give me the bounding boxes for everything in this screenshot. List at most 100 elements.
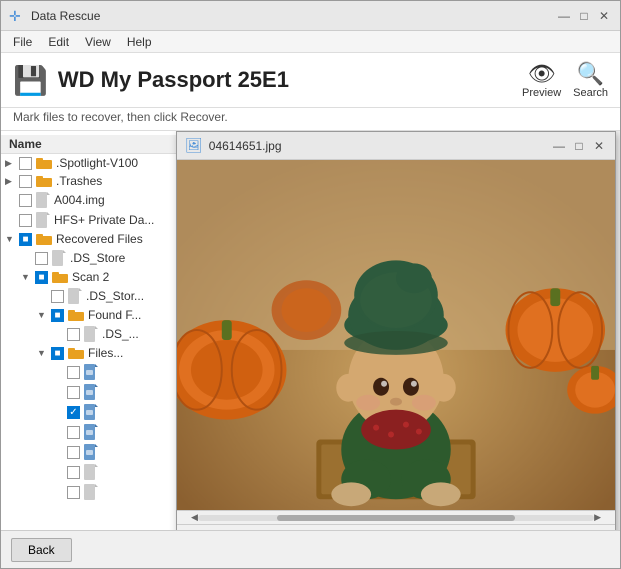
preview-scrollbar-horizontal[interactable]: ◀ ▶	[177, 510, 615, 524]
checkbox-foundf[interactable]: ■	[51, 309, 64, 322]
file-icon	[36, 192, 50, 208]
tree-item-file2[interactable]	[1, 382, 200, 402]
checkbox-dsstore3[interactable]	[67, 328, 80, 341]
checkbox-file2[interactable]	[67, 386, 80, 399]
expand-icon: ▼	[37, 310, 51, 320]
menu-edit[interactable]: Edit	[40, 33, 77, 51]
checkbox-file3[interactable]: ✓	[67, 406, 80, 419]
img-file-icon	[84, 444, 98, 460]
tree-item-dsstore1[interactable]: .DS_Store	[1, 248, 200, 268]
preview-button[interactable]: 👁 Preview	[522, 61, 561, 99]
folder-icon	[68, 309, 84, 321]
tree-item-recovered[interactable]: ▼ ■ Recovered Files	[1, 230, 200, 248]
instruction-text: Mark files to recover, then click Recove…	[13, 110, 228, 124]
tree-item-hfs[interactable]: HFS+ Private Da...	[1, 210, 200, 230]
img-file-icon	[84, 424, 98, 440]
file-icon	[52, 250, 66, 266]
checkbox-scan2[interactable]: ■	[35, 271, 48, 284]
checkbox-files[interactable]: ■	[51, 347, 64, 360]
menu-view[interactable]: View	[77, 33, 119, 51]
tree-item-a004[interactable]: A004.img	[1, 190, 200, 210]
item-label: .Spotlight-V100	[56, 156, 138, 170]
app-icon: ✛	[9, 8, 25, 24]
tree-item-file7[interactable]	[1, 482, 200, 502]
scrollbar-thumb[interactable]	[277, 515, 515, 521]
file-icon	[36, 212, 50, 228]
preview-window-controls: — □ ✕	[551, 138, 607, 154]
folder-icon	[68, 347, 84, 359]
tree-item-file5[interactable]	[1, 442, 200, 462]
plain-file-icon	[84, 464, 98, 480]
preview-close-button[interactable]: ✕	[591, 138, 607, 154]
preview-image	[177, 160, 615, 510]
file-tree-panel[interactable]: Name ▶ .Spotlight-V100 ▶ .	[1, 131, 201, 530]
minimize-button[interactable]: —	[556, 8, 572, 24]
preview-content	[177, 160, 615, 510]
item-label: Scan 2	[72, 270, 109, 284]
preview-title: 04614651.jpg	[209, 139, 551, 153]
folder-icon	[36, 157, 52, 169]
menu-file[interactable]: File	[5, 33, 40, 51]
item-label: A004.img	[54, 193, 105, 207]
item-label: Found F...	[88, 308, 141, 322]
item-label: .Trashes	[56, 174, 102, 188]
preview-minimize-button[interactable]: —	[551, 138, 567, 154]
checkbox-dsstore2[interactable]	[51, 290, 64, 303]
plain-file-icon	[84, 484, 98, 500]
scroll-left-arrow[interactable]: ◀	[191, 512, 198, 523]
search-button[interactable]: 🔍 Search	[573, 61, 608, 99]
tree-item-files[interactable]: ▼ ■ Files...	[1, 344, 200, 362]
preview-title-bar: 🖼 04614651.jpg — □ ✕	[177, 132, 615, 160]
tree-item-file6[interactable]	[1, 462, 200, 482]
tree-item-spotlight[interactable]: ▶ .Spotlight-V100	[1, 154, 200, 172]
file-icon	[68, 288, 82, 304]
checkbox-a004[interactable]	[19, 194, 32, 207]
file-icon	[84, 326, 98, 342]
tree-item-file1[interactable]	[1, 362, 200, 382]
tree-item-file3[interactable]: ✓	[1, 402, 200, 422]
folder-icon	[36, 175, 52, 187]
tree-item-dsstore3[interactable]: .DS_...	[1, 324, 200, 344]
preview-maximize-button[interactable]: □	[571, 138, 587, 154]
tree-item-foundf[interactable]: ▼ ■ Found F...	[1, 306, 200, 324]
tree-item-trashes[interactable]: ▶ .Trashes	[1, 172, 200, 190]
checkbox-file4[interactable]	[67, 426, 80, 439]
expand-icon: ▼	[5, 234, 19, 244]
main-window: ✛ Data Rescue — □ ✕ File Edit View Help …	[0, 0, 621, 569]
img-file-icon	[84, 384, 98, 400]
checkbox-file1[interactable]	[67, 366, 80, 379]
img-file-icon	[84, 404, 98, 420]
checkbox-file6[interactable]	[67, 466, 80, 479]
bottom-bar: Back	[1, 530, 620, 568]
checkbox-file7[interactable]	[67, 486, 80, 499]
drive-header: 💾 WD My Passport 25E1 👁 Preview 🔍 Search	[1, 53, 620, 108]
checkbox-spotlight[interactable]	[19, 157, 32, 170]
checkbox-hfs[interactable]	[19, 214, 32, 227]
item-label: .DS_Stor...	[86, 289, 144, 303]
instruction-bar: Mark files to recover, then click Recove…	[1, 108, 620, 131]
tree-item-file4[interactable]	[1, 422, 200, 442]
preview-window: 🖼 04614651.jpg — □ ✕	[176, 131, 616, 530]
item-label: .DS_...	[102, 327, 139, 341]
scrollbar-track[interactable]	[198, 515, 594, 521]
title-bar: ✛ Data Rescue — □ ✕	[1, 1, 620, 31]
checkbox-dsstore1[interactable]	[35, 252, 48, 265]
drive-actions: 👁 Preview 🔍 Search	[522, 61, 608, 99]
back-button[interactable]: Back	[11, 538, 72, 562]
tree-item-scan2[interactable]: ▼ ■ Scan 2	[1, 268, 200, 286]
menu-bar: File Edit View Help	[1, 31, 620, 53]
checkbox-recovered[interactable]: ■	[19, 233, 32, 246]
folder-icon	[52, 271, 68, 283]
tree-item-dsstore2[interactable]: .DS_Stor...	[1, 286, 200, 306]
scroll-right-arrow[interactable]: ▶	[594, 512, 601, 523]
checkbox-file5[interactable]	[67, 446, 80, 459]
window-controls: — □ ✕	[556, 8, 612, 24]
menu-help[interactable]: Help	[119, 33, 160, 51]
expand-icon: ▼	[21, 272, 35, 282]
checkbox-trashes[interactable]	[19, 175, 32, 188]
expand-icon: ▼	[37, 348, 51, 358]
maximize-button[interactable]: □	[576, 8, 592, 24]
app-title: Data Rescue	[31, 9, 556, 23]
close-button[interactable]: ✕	[596, 8, 612, 24]
drive-icon: 💾	[13, 64, 48, 97]
